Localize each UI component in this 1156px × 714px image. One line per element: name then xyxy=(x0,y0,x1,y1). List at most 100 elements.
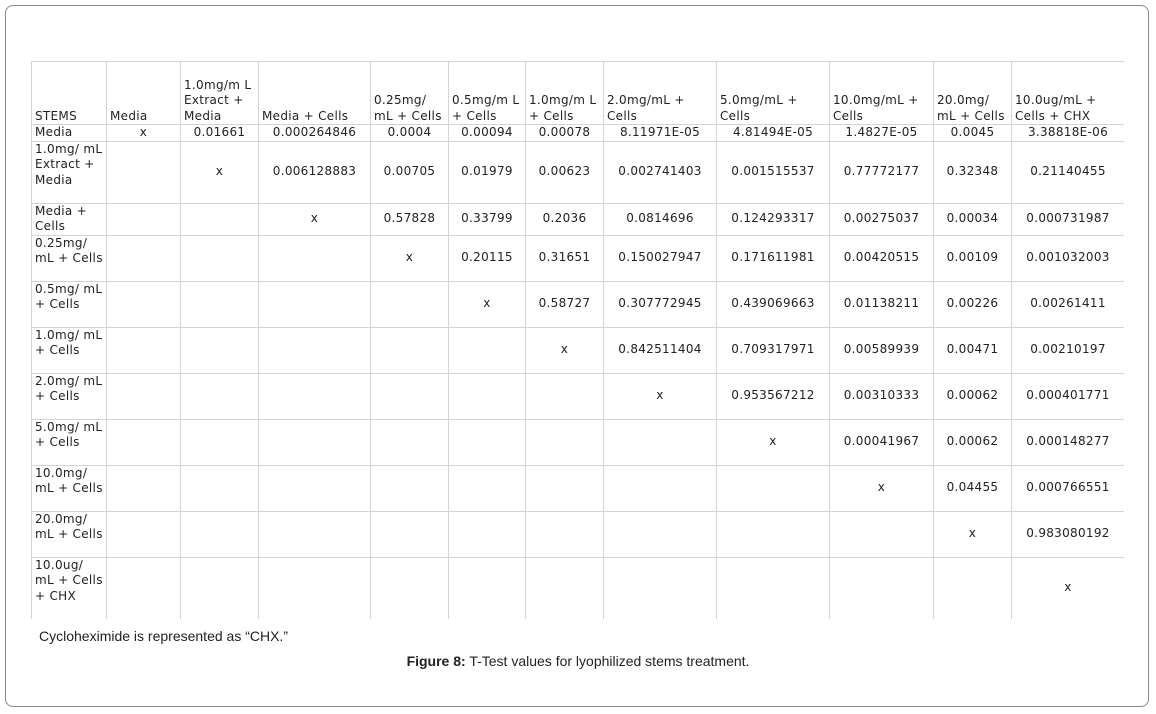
table-cell: 0.00034 xyxy=(933,202,1012,236)
column-header: 10.0mg/mL + Cells xyxy=(829,61,934,125)
table-cell xyxy=(525,418,604,466)
table-cell: 0.0004 xyxy=(370,124,449,142)
column-header: 20.0mg/ mL + Cells xyxy=(933,61,1012,125)
table-cell: 0.000264846 xyxy=(258,124,371,142)
table-cell: 0.00226 xyxy=(933,280,1012,328)
table-cell: 8.11971E-05 xyxy=(603,124,717,142)
table-cell: 0.00062 xyxy=(933,372,1012,420)
row-header: 0.25mg/ mL + Cells xyxy=(31,234,107,282)
table-cell: 0.709317971 xyxy=(716,326,830,374)
table-cell xyxy=(180,234,259,282)
table-cell: x xyxy=(1011,556,1124,619)
row-header: 2.0mg/ mL + Cells xyxy=(31,372,107,420)
table-cell xyxy=(258,234,371,282)
column-header: 1.0mg/m L + Cells xyxy=(525,61,604,125)
table-cell xyxy=(829,510,934,558)
ttest-table: STEMS Media 1.0mg/m L Extract + Media Media… xyxy=(31,61,1124,619)
table-cell xyxy=(258,510,371,558)
table-cell xyxy=(106,280,181,328)
table-cell: 4.81494E-05 xyxy=(716,124,830,142)
table-cell: 0.000148277 xyxy=(1011,418,1124,466)
table-cell xyxy=(716,556,830,619)
table-cell xyxy=(258,556,371,619)
table-cell xyxy=(258,280,371,328)
table-cell: 0.0045 xyxy=(933,124,1012,142)
table-row: 5.0mg/ mL + Cells x 0.00041967 0.00062 0.000… xyxy=(31,418,1124,466)
table-cell: 0.00471 xyxy=(933,326,1012,374)
table-cell xyxy=(180,372,259,420)
table-cell xyxy=(106,140,181,204)
table-cell: 0.00062 xyxy=(933,418,1012,466)
table-cell xyxy=(829,556,934,619)
table-cell xyxy=(370,326,449,374)
table-header-row: STEMS Media 1.0mg/m L Extract + Media Media… xyxy=(31,61,1124,125)
table-cell xyxy=(258,372,371,420)
table-cell: 0.439069663 xyxy=(716,280,830,328)
table-cell: 0.00210197 xyxy=(1011,326,1124,374)
row-header: Media + Cells xyxy=(31,202,107,236)
table-cell: x xyxy=(525,326,604,374)
table-cell: 0.001032003 xyxy=(1011,234,1124,282)
table-cell xyxy=(525,556,604,619)
table-cell xyxy=(370,556,449,619)
table-cell xyxy=(106,234,181,282)
table-cell: x xyxy=(180,140,259,204)
table-cell xyxy=(933,556,1012,619)
table-cell: x xyxy=(448,280,526,328)
row-header: 5.0mg/ mL + Cells xyxy=(31,418,107,466)
table-cell: 0.21140455 xyxy=(1011,140,1124,204)
table-cell: 0.00261411 xyxy=(1011,280,1124,328)
table-row: 1.0mg/ mL + Cells x 0.842511404 0.709317971… xyxy=(31,326,1124,374)
table-cell: 0.001515537 xyxy=(716,140,830,204)
table-cell: x xyxy=(716,418,830,466)
table-cell xyxy=(180,202,259,236)
table-cell: 0.33799 xyxy=(448,202,526,236)
table-cell: 0.000766551 xyxy=(1011,464,1124,512)
table-cell: x xyxy=(370,234,449,282)
table-cell: 0.000731987 xyxy=(1011,202,1124,236)
table-cell: 0.124293317 xyxy=(716,202,830,236)
caption-label: Figure 8: xyxy=(406,653,466,669)
table-cell: 0.00589939 xyxy=(829,326,934,374)
table-row: 10.0mg/ mL + Cells x 0.04455 0.000766551 xyxy=(31,464,1124,512)
table-cell: 0.01979 xyxy=(448,140,526,204)
table-cell xyxy=(448,464,526,512)
table-body: Media x 0.01661 0.000264846 0.0004 0.00094 0.0… xyxy=(31,124,1124,619)
table-cell: 0.00109 xyxy=(933,234,1012,282)
table-cell: x xyxy=(603,372,717,420)
table-cell xyxy=(106,464,181,512)
row-header: 10.0ug/ mL + Cells + CHX xyxy=(31,556,107,619)
table-cell: 0.20115 xyxy=(448,234,526,282)
row-header: 20.0mg/ mL + Cells xyxy=(31,510,107,558)
table-cell: 0.171611981 xyxy=(716,234,830,282)
table-row: 0.25mg/ mL + Cells x 0.20115 0.31651 0.15002… xyxy=(31,234,1124,282)
column-header: 2.0mg/mL + Cells xyxy=(603,61,717,125)
table-cell: 0.57828 xyxy=(370,202,449,236)
table-cell: 0.00420515 xyxy=(829,234,934,282)
table-row: 2.0mg/ mL + Cells x 0.953567212 0.00310333 0… xyxy=(31,372,1124,420)
table-cell xyxy=(370,418,449,466)
table-cell: 0.00310333 xyxy=(829,372,934,420)
table-cell: 0.00078 xyxy=(525,124,604,142)
footnote: Cycloheximide is represented as “CHX.” xyxy=(39,628,288,644)
table-cell: 0.04455 xyxy=(933,464,1012,512)
table-cell xyxy=(106,418,181,466)
table-row: 20.0mg/ mL + Cells x 0.983080192 xyxy=(31,510,1124,558)
table-cell: 0.00041967 xyxy=(829,418,934,466)
row-header: 1.0mg/ mL Extract + Media xyxy=(31,140,107,204)
table-cell xyxy=(180,510,259,558)
table-cell xyxy=(370,464,449,512)
table-cell xyxy=(603,418,717,466)
table-cell xyxy=(525,510,604,558)
table-row: Media + Cells x 0.57828 0.33799 0.2036 0.0814… xyxy=(31,202,1124,236)
table-row: Media x 0.01661 0.000264846 0.0004 0.00094 0.0… xyxy=(31,124,1124,142)
table-cell: 0.31651 xyxy=(525,234,604,282)
table-cell xyxy=(448,510,526,558)
table-cell: 1.4827E-05 xyxy=(829,124,934,142)
table-cell: 3.38818E-06 xyxy=(1011,124,1124,142)
table-cell: x xyxy=(933,510,1012,558)
table-cell xyxy=(525,464,604,512)
table-cell: 0.150027947 xyxy=(603,234,717,282)
table-cell xyxy=(106,326,181,374)
table-cell xyxy=(106,372,181,420)
